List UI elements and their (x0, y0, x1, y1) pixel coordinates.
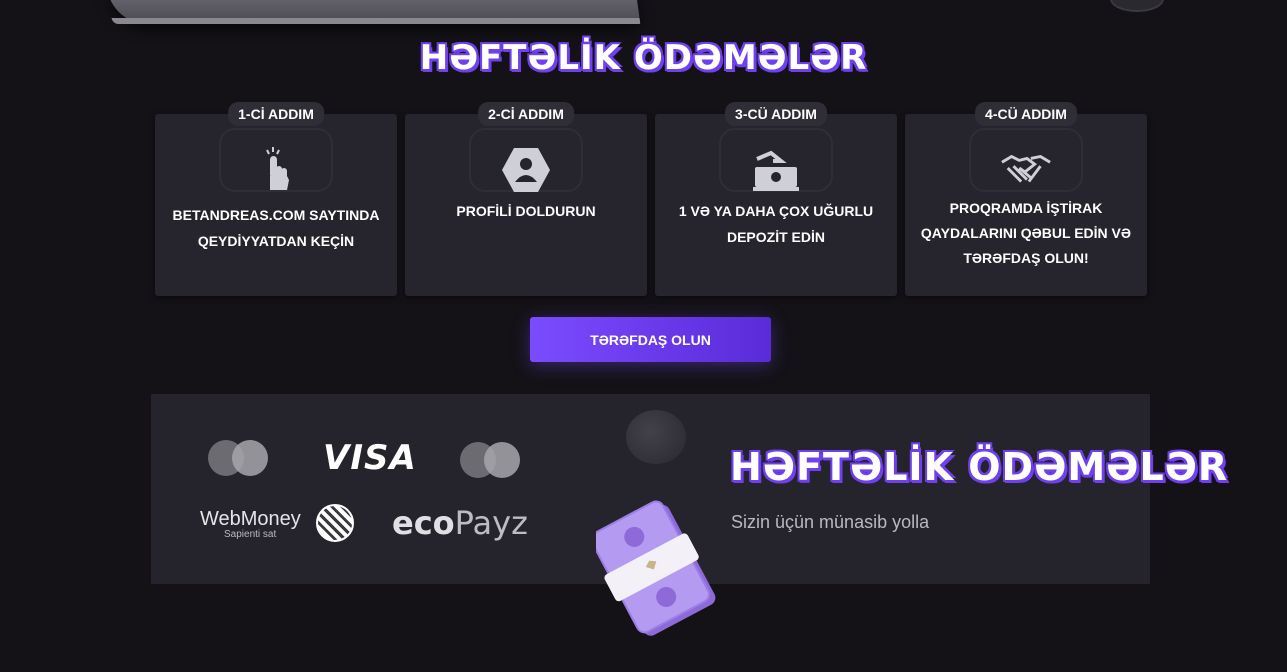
user-profile-icon (500, 144, 552, 196)
maestro-logo-icon (460, 440, 520, 480)
ecopayz-logo: ecoPayz (392, 504, 528, 542)
step-text-line: PROQRAMDA İŞTİRAK (949, 200, 1103, 216)
money-stack-image (590, 488, 732, 638)
ecopayz-payz: Payz (454, 504, 528, 542)
step-card-3: 3-CÜ ADDIM 1 VƏ YA DAHA ÇOX UĞURLU DEPOZ… (655, 102, 897, 296)
deposit-money-icon (750, 144, 802, 196)
coin-image (1110, 0, 1164, 12)
step-card-1: 1-Cİ ADDIM BETANDREAS.COM SAYTINDA QEYDİ… (155, 102, 397, 296)
step-text-line: QEYDİYYATDAN KEÇİN (197, 233, 355, 249)
step-text-line: TƏRƏFDAŞ OLUN! (963, 250, 1089, 266)
step-badge: 2-Cİ ADDIM (478, 102, 574, 126)
payments-title: HƏFTƏLİK ÖDƏMƏLƏR (730, 445, 1229, 489)
webmoney-logo: WebMoney Sapienti sat (200, 504, 354, 542)
step-badge: 3-CÜ ADDIM (725, 102, 827, 126)
mastercard-logo-icon (208, 438, 268, 478)
step-text-line: DEPOZİT EDİN (726, 229, 825, 245)
payments-subtitle: Sizin üçün münasib yolla (731, 512, 930, 532)
step-card-2: 2-Cİ ADDIM PROFİLİ DOLDURUN (405, 102, 647, 296)
step-text-line: QAYDALARINI QƏBUL EDİN VƏ (920, 225, 1132, 241)
step-card-4: 4-CÜ ADDIM PROQRAMDA İŞTİRAK QAYDALARINI… (905, 102, 1147, 296)
coin-image (626, 410, 686, 464)
step-badge: 4-CÜ ADDIM (975, 102, 1077, 126)
become-partner-button[interactable]: TƏRƏFDAŞ OLUN (530, 317, 771, 362)
visa-logo: VISA (323, 438, 417, 478)
step-badge: 1-Cİ ADDIM (228, 102, 324, 126)
step-text-line: 1 VƏ YA DAHA ÇOX UĞURLU (678, 203, 874, 219)
steps-section: 1-Cİ ADDIM BETANDREAS.COM SAYTINDA QEYDİ… (155, 102, 1147, 296)
webmoney-name: WebMoney (200, 508, 301, 530)
step-text-line: PROFİLİ DOLDURUN (456, 203, 596, 219)
webmoney-globe-icon (316, 504, 354, 542)
handshake-icon (1000, 144, 1052, 196)
page-title: HƏFTƏLİK ÖDƏMƏLƏR (419, 38, 868, 78)
ecopayz-eco: eco (392, 504, 455, 542)
laptop-image (107, 0, 641, 24)
hand-pointer-icon (250, 144, 302, 196)
step-text-line: BETANDREAS.COM SAYTINDA (172, 207, 380, 223)
